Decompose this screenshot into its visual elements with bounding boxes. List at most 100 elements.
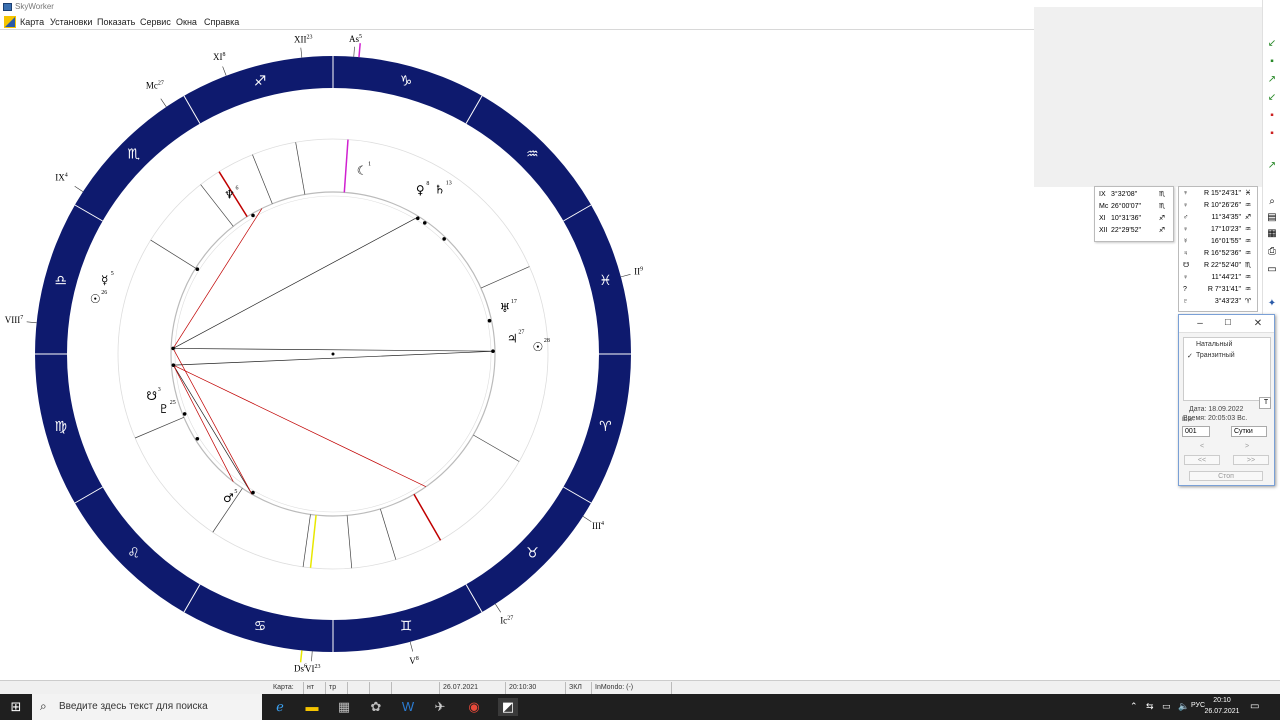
house-value: 10°31'36" [1111, 215, 1141, 222]
planet-glyph: ☿ [1183, 238, 1189, 245]
aspect-line [172, 216, 420, 349]
planet-dot [195, 436, 200, 441]
toolbar-icon-1[interactable]: ↙ [1266, 38, 1278, 50]
planet-table-row: ♀ R 10°26'26" ♒ [1183, 200, 1255, 212]
maximize-button[interactable]: ☐ [1221, 318, 1235, 327]
tray-chevron-icon[interactable]: ⌃ [1130, 701, 1138, 712]
house-spoke [150, 239, 196, 269]
planet-degree: 28 [544, 338, 550, 344]
monitor-icon[interactable]: ▭ [1266, 264, 1278, 276]
planet-table-row: ☋ R 22°52'40" ♏ [1183, 260, 1255, 272]
app-icon-gear[interactable]: ✿ [366, 698, 386, 716]
t-button[interactable]: T [1259, 397, 1271, 409]
status-inmondo: InMondo: (-) [592, 682, 672, 694]
jupiter-icon: ♃ [507, 331, 518, 345]
sign-glyph: ♏ [1158, 191, 1166, 198]
astrology-wheel[interactable]: ♐ ♑♒♓♈♉♊♋♌♍♎♏☾ 1♆ 6 ♀ 8 ♄ 13♅ 17♃ 27☉ 28☿ 5☉ 26♇ 25☋ 3… [0, 30, 1034, 680]
toolbar-icon-3[interactable]: ↗ [1266, 74, 1278, 86]
chart-canvas[interactable]: ♐ ♑ ♒ ♓ ♈ ♉ ♊ ♋ ♌ ♍ ♎ ♏ ☾ 1 ♆ 6 ♀ 8 ♄ 13 ♅ 17 ♃ 27 ☉ 28 ☿ 5 ☉ 26 ♇ 25 ☋ 3… [0, 30, 1034, 680]
minimize-button[interactable]: – [1193, 318, 1207, 329]
toolbar-icon-4[interactable]: ↙ [1266, 92, 1278, 104]
planet-degree: 26 [101, 290, 107, 296]
calculator-icon[interactable]: ▦ [334, 698, 354, 716]
tray-date[interactable]: 26.07.2021 [1200, 708, 1244, 715]
option-natal[interactable]: Натальный [1196, 341, 1232, 348]
folder-icon[interactable]: ▬ [302, 698, 322, 716]
cusp-marker [343, 139, 349, 193]
capricorn-icon: ♑ [400, 74, 413, 90]
skyworker-taskbar-icon[interactable]: ◩ [498, 698, 518, 716]
house-spoke [346, 515, 353, 569]
house-value: 26°00'07" [1111, 203, 1141, 210]
toolbar-icon-2[interactable]: ▪ [1266, 56, 1278, 68]
toolbar-icon-5[interactable]: ▪ [1266, 110, 1278, 122]
edge-icon[interactable]: ℯ [270, 698, 290, 716]
app-icon-bird[interactable]: ✈ [430, 698, 450, 716]
toolbar-icon-6[interactable]: ▪ [1266, 128, 1278, 140]
menu-okna[interactable]: Окна [176, 17, 197, 27]
menu-pokazat[interactable]: Показать [97, 17, 135, 27]
document-icon[interactable]: ▤ [1266, 212, 1278, 224]
print-icon[interactable]: ⎙ [1266, 246, 1278, 258]
planet-glyph: ? [1183, 286, 1187, 293]
moon-icon: ☾ [357, 163, 368, 177]
house-tick [300, 47, 303, 58]
house-label-viii: VIII7 [5, 315, 24, 325]
scorpio-icon: ♏ [127, 147, 140, 163]
next-button[interactable]: > [1229, 442, 1265, 452]
taskbar-search[interactable]: ⌕ Введите здесь текст для поиска [32, 694, 262, 720]
house-label-as: As5 [349, 34, 362, 44]
tray-network-icon[interactable]: ⇆ [1146, 701, 1154, 712]
house-tick [160, 98, 167, 108]
fast-next-button[interactable]: >> [1233, 455, 1269, 465]
taurus-icon: ♉ [526, 545, 539, 561]
center-dot [331, 352, 335, 356]
gemini-icon: ♊ [400, 618, 413, 634]
planet-glyph: ♆ [1183, 190, 1189, 197]
table-icon[interactable]: ▦ [1266, 228, 1278, 240]
close-button[interactable]: ✕ [1251, 318, 1265, 329]
planet-dot [422, 221, 427, 225]
option-transit[interactable]: Транзитный [1196, 352, 1235, 359]
word-icon[interactable]: W [398, 698, 418, 716]
planet-glyph: ♀ [1183, 226, 1189, 233]
taskbar: ⊞ ⌕ Введите здесь текст для поиска ℯ ▬ ▦… [0, 694, 1280, 720]
menu-karta[interactable]: Карта [20, 17, 44, 27]
stop-button[interactable]: Стоп [1189, 471, 1263, 481]
menu-servis[interactable]: Сервис [140, 17, 171, 27]
menu-spravka[interactable]: Справка [204, 17, 239, 27]
house-spoke [480, 266, 530, 289]
planet-table-row: ♃ R 16°52'36" ♒ [1183, 248, 1255, 260]
person-icon[interactable]: ✦ [1266, 298, 1278, 310]
step-input[interactable]: 001 [1182, 426, 1210, 437]
sign-glyph: ♈ [1244, 298, 1252, 305]
house-table-row: XII 22°29'52" ♐ [1099, 225, 1169, 237]
tray-monitor-icon[interactable]: ▭ [1162, 701, 1171, 712]
house-spoke [134, 416, 185, 439]
step-label: Шаг: [1182, 417, 1195, 423]
chrome-icon[interactable]: ◉ [464, 698, 484, 716]
status-empty-2 [370, 682, 392, 694]
fast-prev-button[interactable]: << [1184, 455, 1220, 465]
house-tick [409, 641, 414, 652]
prev-button[interactable]: < [1184, 442, 1220, 452]
planet-glyph: ♀ [1183, 274, 1189, 281]
house-table-row: XI 10°31'36" ♐ [1099, 213, 1169, 225]
step-unit-select[interactable]: Сутки [1231, 426, 1267, 437]
notification-icon[interactable]: ▭ [1250, 701, 1259, 712]
house-spoke [252, 154, 273, 204]
house-tick [582, 516, 592, 523]
house-label-xi: XI8 [213, 52, 226, 62]
search-icon[interactable]: ⌕ [1266, 196, 1278, 208]
windows-start-icon[interactable]: ⊞ [6, 698, 26, 716]
planet-glyph: ♇ [1183, 298, 1189, 305]
toolbar-icon-7[interactable]: ↗ [1266, 160, 1278, 172]
house-glyph: Mc [1099, 203, 1109, 210]
sign-glyph: ♐ [1158, 227, 1166, 234]
sign-glyph: ♒ [1244, 202, 1252, 209]
house-value: 22°29'52" [1111, 227, 1141, 234]
planet-value: R 15°24'31" [1204, 190, 1241, 197]
tray-time[interactable]: 20:10 [1200, 697, 1244, 704]
house-label-ix: IX4 [55, 173, 68, 183]
menu-ustanovki[interactable]: Установки [50, 17, 92, 27]
